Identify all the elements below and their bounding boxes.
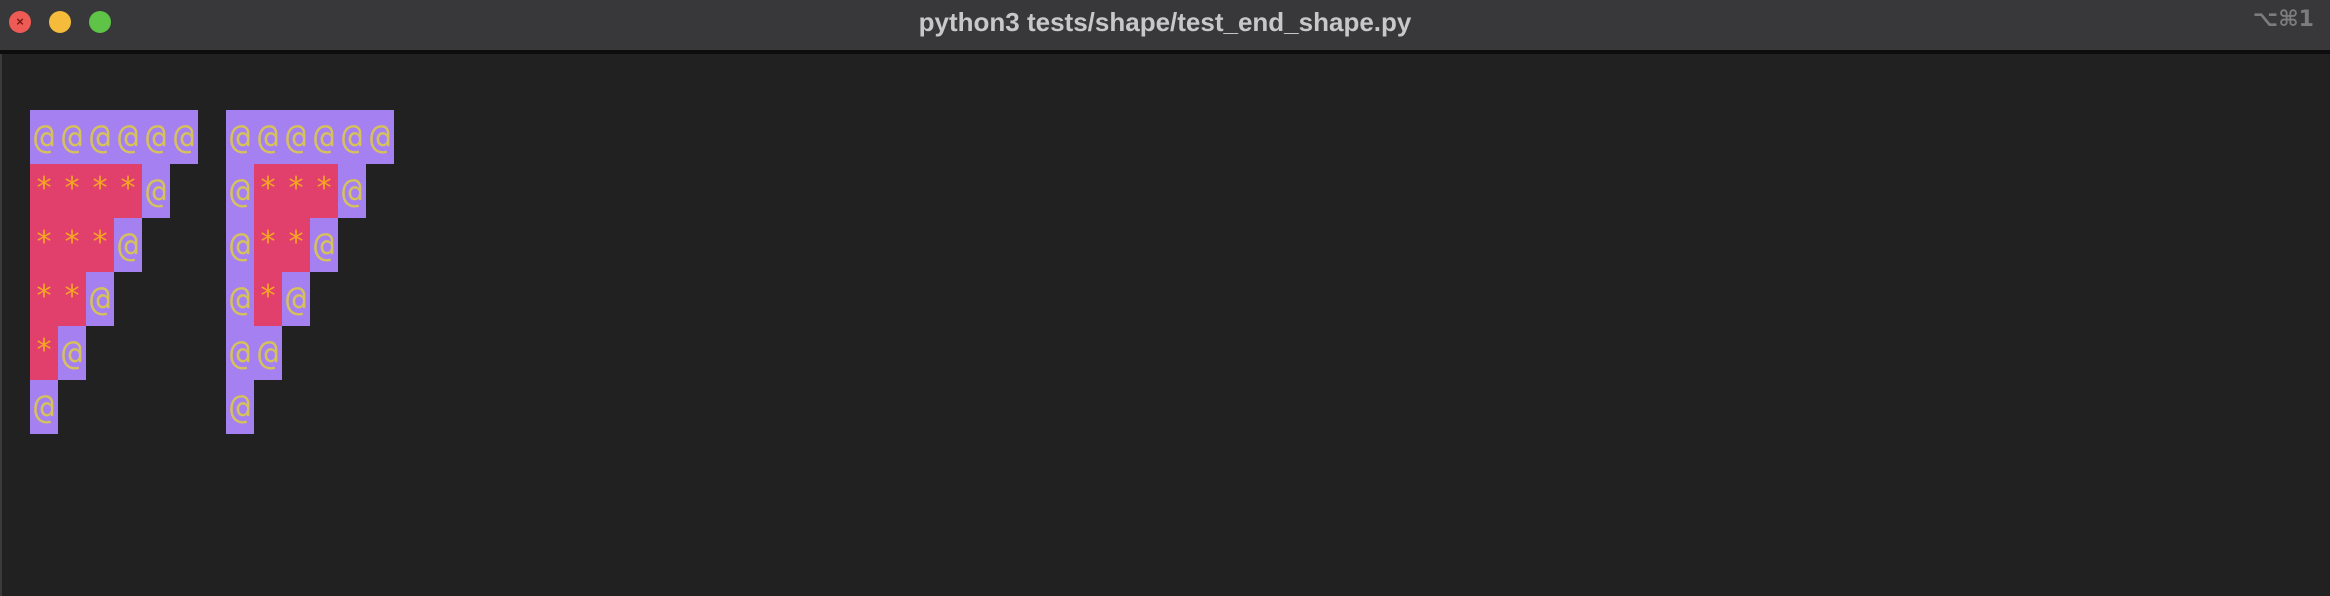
terminal-output[interactable]: @ @ @ @ @ @ * * * * @ * * * @ * * @ * @ @ @ @ @ @ @ @ @ * * * @ @ * * @ @ * @… xyxy=(0,54,2330,596)
window-title: python3 tests/shape/test_end_shape.py xyxy=(918,7,1412,37)
at-cell: @ xyxy=(86,110,114,164)
star-cell: * xyxy=(58,164,86,218)
at-cell: @ xyxy=(226,110,254,164)
at-cell: @ xyxy=(30,380,58,434)
at-cell: @ xyxy=(310,110,338,164)
star-cell: * xyxy=(282,164,310,218)
star-cell: * xyxy=(254,272,282,326)
at-cell: @ xyxy=(86,272,114,326)
star-cell: * xyxy=(30,326,58,380)
title-bar[interactable]: × python3 tests/shape/test_end_shape.py … xyxy=(0,0,2330,54)
at-cell: @ xyxy=(226,218,254,272)
at-cell: @ xyxy=(282,110,310,164)
at-cell: @ xyxy=(310,218,338,272)
star-cell: * xyxy=(254,218,282,272)
at-cell: @ xyxy=(226,272,254,326)
star-cell: * xyxy=(58,218,86,272)
at-cell: @ xyxy=(254,326,282,380)
star-cell: * xyxy=(30,272,58,326)
at-cell: @ xyxy=(114,110,142,164)
star-cell: * xyxy=(30,218,58,272)
at-cell: @ xyxy=(142,164,170,218)
star-cell: * xyxy=(114,164,142,218)
at-cell: @ xyxy=(366,110,394,164)
star-cell: * xyxy=(310,164,338,218)
at-cell: @ xyxy=(338,110,366,164)
tab-shortcut-label: ⌥⌘1 xyxy=(2252,7,2314,32)
at-cell: @ xyxy=(226,380,254,434)
terminal-window: × python3 tests/shape/test_end_shape.py … xyxy=(0,0,2330,596)
at-cell: @ xyxy=(58,110,86,164)
star-cell: * xyxy=(254,164,282,218)
at-cell: @ xyxy=(170,110,198,164)
at-cell: @ xyxy=(226,164,254,218)
at-cell: @ xyxy=(114,218,142,272)
at-cell: @ xyxy=(338,164,366,218)
at-cell: @ xyxy=(254,110,282,164)
at-cell: @ xyxy=(282,272,310,326)
at-cell: @ xyxy=(30,110,58,164)
star-cell: * xyxy=(58,272,86,326)
at-cell: @ xyxy=(226,326,254,380)
star-cell: * xyxy=(282,218,310,272)
at-cell: @ xyxy=(142,110,170,164)
star-cell: * xyxy=(86,164,114,218)
star-cell: * xyxy=(86,218,114,272)
star-cell: * xyxy=(30,164,58,218)
at-cell: @ xyxy=(58,326,86,380)
